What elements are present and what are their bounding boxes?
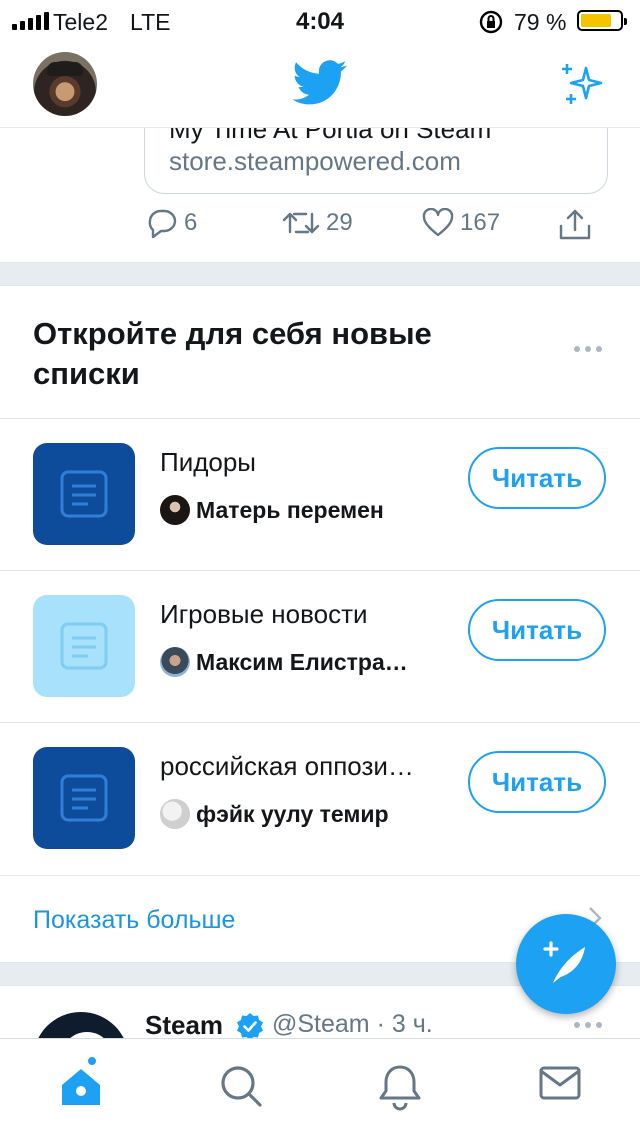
tweet-actions: 6 29 167 [0,200,640,256]
list-icon [33,443,135,545]
owner-avatar [160,495,190,525]
battery-percent: 79 % [514,9,567,35]
reply-icon [148,209,177,238]
follow-list-button[interactable]: Читать [468,447,606,509]
compose-feather-icon [543,941,585,983]
sparkle-icon[interactable] [558,60,608,115]
owner-name: Матерь перемен [196,496,384,523]
twitter-bird-icon [292,60,348,111]
compose-tweet-button[interactable] [516,914,616,1014]
like-button[interactable]: 167 [422,208,500,238]
bell-icon [379,1065,421,1111]
owner-avatar [160,799,190,829]
tweet-more-icon[interactable] [574,1022,602,1028]
list-item[interactable]: российская оппози… фэйк уулу темир Читат… [0,722,640,874]
top-header [0,40,640,128]
reply-button[interactable]: 6 [146,208,197,238]
list-document-icon [60,774,108,822]
list-item[interactable]: Пидоры Матерь перемен Читать [0,418,640,570]
list-name: российская оппози… [160,751,414,781]
owner-name: фэйк уулу темир [196,800,389,827]
owner-avatar [160,647,190,677]
list-owner: Матерь перемен [160,495,384,525]
share-icon [559,209,591,240]
heart-icon [422,208,454,237]
search-icon [221,1066,262,1107]
tweet-author-name[interactable]: Steam [145,1010,223,1041]
list-icon [33,595,135,697]
rotation-lock-icon [478,9,504,41]
list-name: Игровые новости [160,599,368,629]
module-more-icon[interactable] [574,346,602,352]
list-item[interactable]: Игровые новости Максим Елистра… Читать [0,570,640,722]
battery-icon [577,10,627,31]
list-name: Пидоры [160,447,256,477]
owner-name: Максим Елистра… [196,648,408,675]
tweet-handle-time: @Steam · 3 ч. [272,1010,433,1038]
follow-list-button[interactable]: Читать [468,751,606,813]
profile-avatar[interactable] [33,52,97,116]
retweet-count: 29 [326,209,353,236]
follow-list-button[interactable]: Читать [468,599,606,661]
tab-messages[interactable] [538,1063,582,1108]
retweet-button[interactable]: 29 [282,208,353,238]
list-owner: Максим Елистра… [160,647,408,677]
retweet-icon [282,212,320,234]
like-count: 167 [460,209,501,236]
share-button[interactable] [558,208,592,242]
status-bar: Tele2 LTE 4:04 79 % [0,0,640,40]
module-title: Откройте для себя новые списки [33,316,432,391]
new-content-dot [86,1055,98,1067]
list-document-icon [60,470,108,518]
show-more-label: Показать больше [33,906,236,934]
tab-home[interactable] [58,1055,104,1114]
bottom-tab-bar [0,1038,640,1136]
reply-count: 6 [184,209,198,236]
section-divider [0,262,640,286]
tab-notifications[interactable] [378,1063,422,1116]
envelope-icon [539,1066,581,1100]
home-icon [62,1069,100,1105]
list-document-icon [60,622,108,670]
tab-search[interactable] [218,1063,264,1114]
list-owner: фэйк уулу темир [160,799,389,829]
link-card-domain: store.steampowered.com [169,146,461,176]
list-icon [33,747,135,849]
